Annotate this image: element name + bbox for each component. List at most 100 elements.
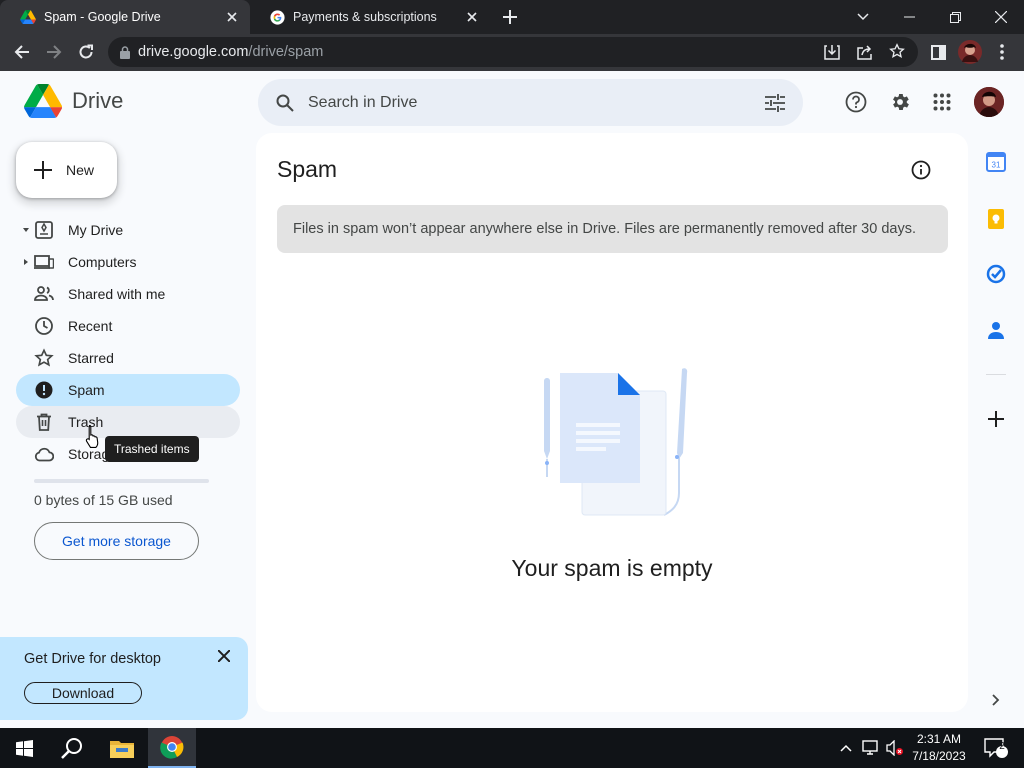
sidebar-item-spam[interactable]: Spam xyxy=(16,374,240,406)
expand-caret-right-icon[interactable] xyxy=(22,246,30,278)
empty-spam-illustration xyxy=(536,365,696,525)
close-tab-icon[interactable] xyxy=(220,5,244,29)
trash-icon xyxy=(34,412,54,432)
forward-arrow-icon[interactable] xyxy=(40,38,68,66)
sidebar-item-computers[interactable]: Computers xyxy=(16,246,240,278)
profile-avatar-icon[interactable] xyxy=(956,38,984,66)
url-path: /drive/spam xyxy=(248,44,324,60)
settings-gear-icon[interactable] xyxy=(887,89,913,115)
add-app-plus-icon[interactable] xyxy=(985,408,1007,430)
new-button[interactable]: New xyxy=(16,142,117,198)
notification-center-icon[interactable]: 2 xyxy=(978,728,1014,768)
tab-search-chevron-icon[interactable] xyxy=(840,0,886,34)
plus-icon xyxy=(34,161,52,179)
share-icon[interactable] xyxy=(857,44,873,60)
drive-logo[interactable]: Drive xyxy=(24,84,123,118)
back-arrow-icon[interactable] xyxy=(8,38,36,66)
get-more-storage-button[interactable]: Get more storage xyxy=(34,522,199,560)
my-drive-icon xyxy=(34,220,54,240)
contacts-app-icon[interactable] xyxy=(985,319,1007,341)
tasks-app-icon[interactable] xyxy=(985,263,1007,285)
sidebar-item-label: Computers xyxy=(68,254,137,270)
new-tab-icon[interactable] xyxy=(498,5,522,29)
taskbar-clock[interactable]: 2:31 AM 7/18/2023 xyxy=(906,731,972,765)
google-drive-icon xyxy=(20,10,36,24)
promo-title: Get Drive for desktop xyxy=(24,651,161,667)
windows-start-icon[interactable] xyxy=(0,728,48,768)
tab-title: Payments & subscriptions xyxy=(293,10,437,24)
computer-icon xyxy=(34,252,54,272)
desktop-promo-card: Get Drive for desktop Download xyxy=(0,637,248,720)
search-input[interactable] xyxy=(308,93,765,112)
mouse-cursor-hand-icon xyxy=(84,424,102,450)
star-icon xyxy=(34,348,54,368)
info-icon[interactable] xyxy=(910,159,932,181)
expand-caret-down-icon[interactable] xyxy=(22,214,30,246)
download-button[interactable]: Download xyxy=(24,682,142,704)
close-icon[interactable] xyxy=(213,645,235,667)
sidebar-item-trash[interactable]: Trash xyxy=(16,406,240,438)
app-name: Drive xyxy=(72,88,124,113)
clock-time: 2:31 AM xyxy=(916,732,962,746)
clock-icon xyxy=(34,316,54,336)
sidebar-item-shared-with-me[interactable]: Shared with me xyxy=(16,278,240,310)
svg-text:31: 31 xyxy=(992,161,1001,170)
page-title: Spam xyxy=(277,156,338,182)
search-icon[interactable] xyxy=(48,728,96,768)
apps-grid-icon[interactable] xyxy=(929,89,955,115)
trash-tooltip: Trashed items xyxy=(105,436,199,462)
keep-app-icon[interactable] xyxy=(985,208,1007,230)
sidebar-item-label: Recent xyxy=(68,318,113,334)
restore-icon[interactable] xyxy=(932,0,978,34)
chrome-taskbar-icon[interactable] xyxy=(148,728,196,768)
close-tab-icon[interactable] xyxy=(460,5,484,29)
spam-icon xyxy=(34,380,54,400)
search-options-icon[interactable] xyxy=(765,93,785,112)
empty-state-message: Your spam is empty xyxy=(511,555,713,581)
bookmark-star-icon[interactable] xyxy=(889,43,905,59)
help-icon[interactable] xyxy=(843,89,869,115)
chevron-right-icon[interactable] xyxy=(985,689,1007,711)
close-window-icon[interactable] xyxy=(978,0,1024,34)
url-host: drive.google.com xyxy=(138,44,249,60)
people-icon xyxy=(34,284,54,304)
sidebar-item-my-drive[interactable]: My Drive xyxy=(16,214,240,246)
calendar-app-icon[interactable]: 31 xyxy=(985,151,1007,173)
main-content: Spam Files in spam won’t appear anywhere… xyxy=(256,133,968,712)
search-bar[interactable] xyxy=(258,79,803,126)
network-icon[interactable] xyxy=(860,728,882,768)
google-g-icon xyxy=(270,9,285,25)
chevron-up-icon[interactable] xyxy=(836,728,856,768)
sidebar-item-label: My Drive xyxy=(68,222,124,238)
google-drive-logo-icon xyxy=(24,84,62,118)
sidebar-item-starred[interactable]: Starred xyxy=(16,342,240,374)
reload-icon[interactable] xyxy=(72,38,100,66)
notification-count: 2 xyxy=(999,741,1005,752)
url-text: drive.google.com/drive/spam xyxy=(138,44,323,60)
storage-usage-text: 0 bytes of 15 GB used xyxy=(34,492,173,508)
sidebar-item-recent[interactable]: Recent xyxy=(16,310,240,342)
rail-divider xyxy=(986,374,1006,375)
new-button-label: New xyxy=(66,162,95,178)
tab-title: Spam - Google Drive xyxy=(44,10,161,24)
windows-taskbar: 2:31 AM 7/18/2023 2 xyxy=(0,728,1024,768)
sidebar-item-label: Starred xyxy=(68,350,114,366)
sidebar-item-label: Spam xyxy=(68,382,105,398)
minimize-icon[interactable] xyxy=(886,0,932,34)
lock-icon[interactable] xyxy=(120,45,130,59)
side-panel-icon[interactable] xyxy=(924,38,952,66)
browser-toolbar: drive.google.com/drive/spam xyxy=(0,34,1024,71)
cloud-icon xyxy=(34,444,54,464)
spam-info-banner: Files in spam won’t appear anywhere else… xyxy=(277,205,948,253)
tab-spam-google-drive[interactable]: Spam - Google Drive xyxy=(0,0,250,34)
search-icon[interactable] xyxy=(276,94,294,112)
file-explorer-icon[interactable] xyxy=(98,728,146,768)
speaker-muted-icon[interactable] xyxy=(884,728,906,768)
tab-payments-subscriptions[interactable]: Payments & subscriptions xyxy=(250,0,490,34)
browser-tab-bar: Spam - Google Drive Payments & subscript… xyxy=(0,0,1024,34)
sidebar-item-label: Shared with me xyxy=(68,286,166,302)
account-avatar[interactable] xyxy=(974,87,1004,117)
address-bar[interactable]: drive.google.com/drive/spam xyxy=(108,37,918,67)
install-app-icon[interactable] xyxy=(824,44,840,60)
browser-menu-icon[interactable] xyxy=(988,38,1016,66)
